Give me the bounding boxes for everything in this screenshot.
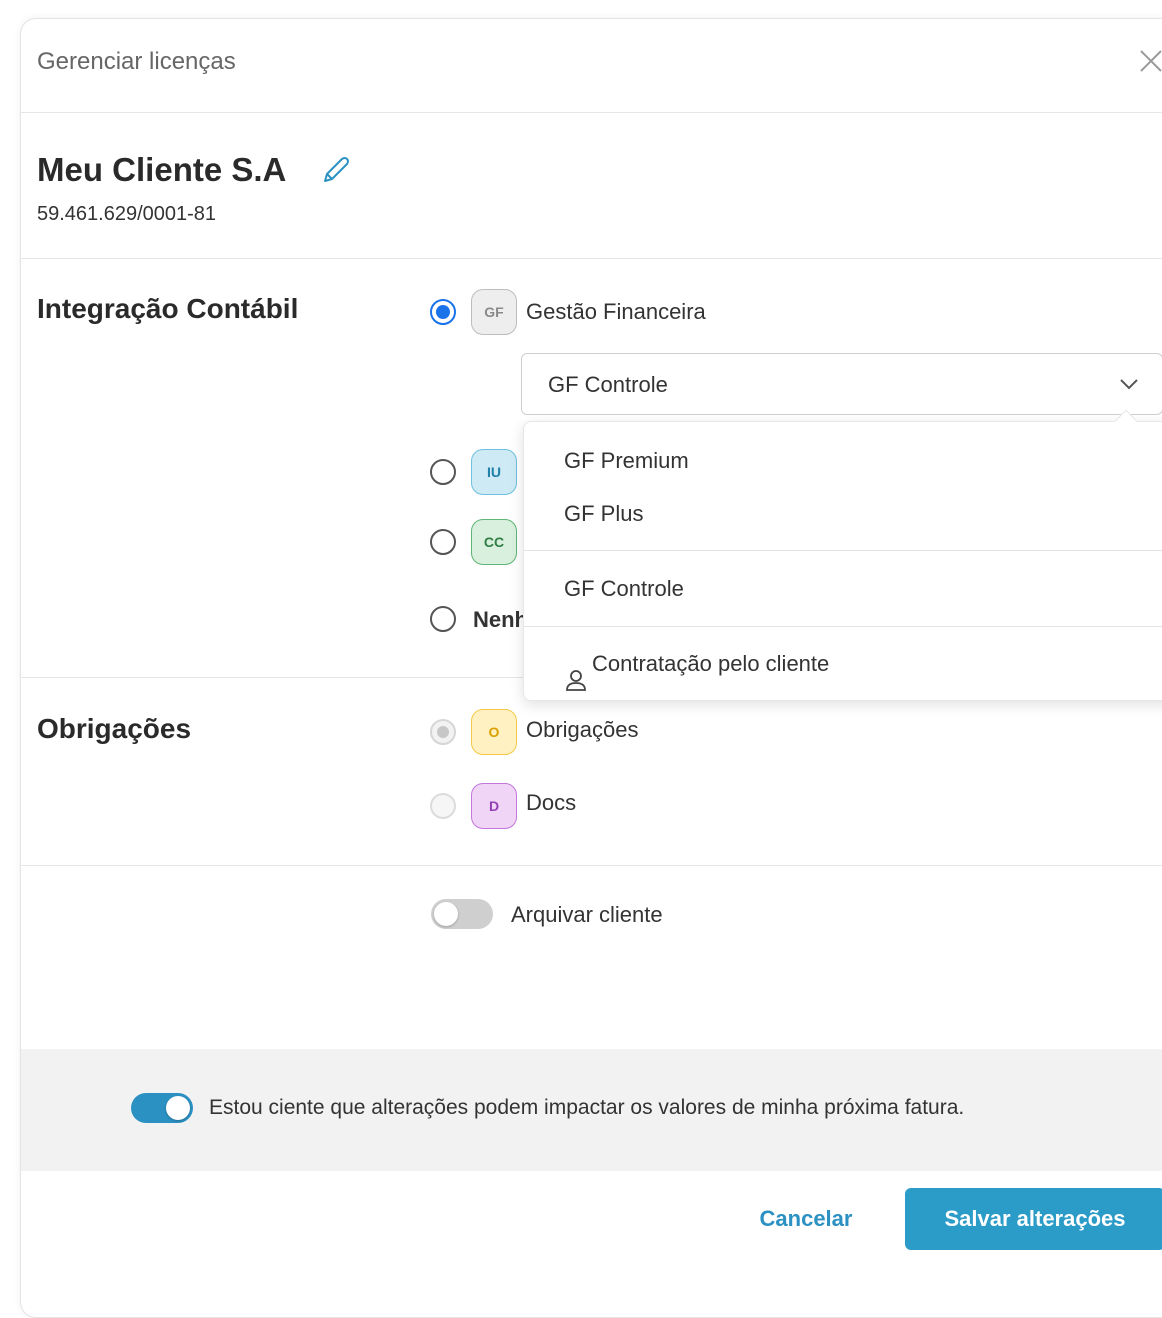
option-label-docs: Docs <box>526 790 577 815</box>
acknowledge-label: Estou ciente que alterações podem impact… <box>209 1096 965 1119</box>
dropdown-separator <box>524 626 1162 627</box>
divider <box>21 865 1162 866</box>
manage-licenses-dialog: Gerenciar licenças Meu Cliente S.A 59.46… <box>20 18 1162 1318</box>
badge-d: D <box>471 783 517 829</box>
archive-client-label: Arquivar cliente <box>511 902 663 927</box>
section-title-obrigacoes: Obrigações <box>37 713 192 744</box>
client-name: Meu Cliente S.A <box>37 151 287 188</box>
client-document: 59.461.629/0001-81 <box>37 203 217 225</box>
radio-nenhuma[interactable] <box>430 606 456 632</box>
badge-gf: GF <box>471 289 517 335</box>
option-label-nenhuma[interactable]: Nenh <box>473 607 528 633</box>
dialog-title: Gerenciar licenças <box>37 48 236 75</box>
plan-select[interactable]: GF Controle <box>521 353 1162 415</box>
plan-dropdown-menu: GF Premium GF Plus GF Controle Contrataç… <box>523 409 1162 701</box>
badge-iu: IU <box>471 449 517 495</box>
cancel-button[interactable]: Cancelar <box>737 1188 875 1250</box>
dropdown-item-gf-controle[interactable]: GF Controle <box>564 576 684 602</box>
radio-docs <box>430 793 456 819</box>
toggle-knob <box>166 1096 190 1120</box>
radio-gestao-financeira[interactable] <box>430 299 456 325</box>
chevron-down-icon <box>1120 379 1138 390</box>
pencil-icon[interactable] <box>317 153 353 189</box>
plan-select-value: GF Controle <box>548 372 668 397</box>
radio-iu[interactable] <box>430 459 456 485</box>
option-label-gestao-financeira[interactable]: Gestão Financeira <box>526 299 706 325</box>
badge-cc: CC <box>471 519 517 565</box>
close-icon[interactable] <box>1137 47 1162 75</box>
section-title-integracao: Integração Contábil <box>37 293 299 324</box>
dropdown-item-contratacao-cliente[interactable]: Contratação pelo cliente <box>592 651 829 677</box>
radio-cc[interactable] <box>430 529 456 555</box>
dropdown-separator <box>524 550 1162 551</box>
user-icon <box>566 670 586 691</box>
toggle-knob <box>434 902 458 926</box>
archive-client-toggle[interactable] <box>431 899 493 929</box>
radio-obrigacoes <box>430 719 456 745</box>
badge-o: O <box>471 709 517 755</box>
option-label-obrigacoes: Obrigações <box>526 717 639 742</box>
dropdown-item-gf-plus[interactable]: GF Plus <box>564 501 643 527</box>
notice-bar: Estou ciente que alterações podem impact… <box>21 1049 1162 1171</box>
dropdown-item-gf-premium[interactable]: GF Premium <box>564 448 689 474</box>
acknowledge-toggle[interactable] <box>131 1093 193 1123</box>
save-button[interactable]: Salvar alterações <box>905 1188 1162 1250</box>
dialog-header: Gerenciar licenças <box>21 19 1162 113</box>
client-info: Meu Cliente S.A 59.461.629/0001-81 <box>21 113 1162 259</box>
